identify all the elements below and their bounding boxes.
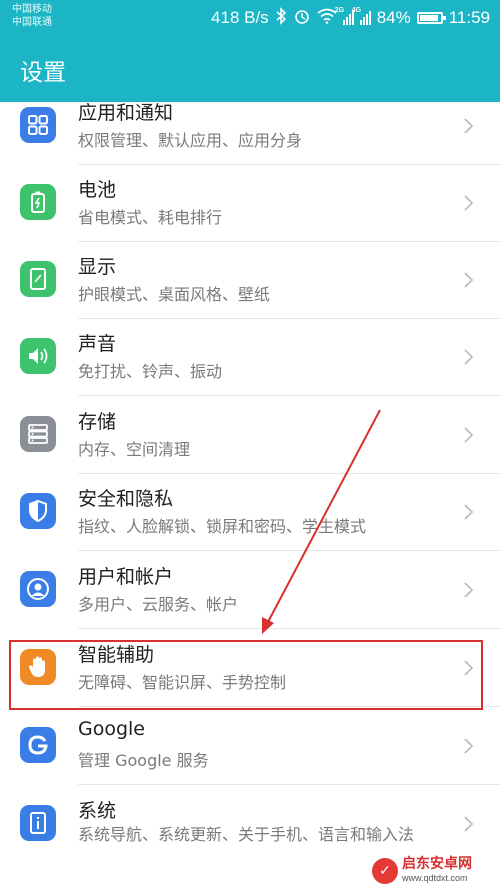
watermark: ✓ 启东安卓网 www.qdtdxt.com (372, 853, 500, 889)
watermark-logo-icon: ✓ (372, 858, 398, 884)
annotation-arrow (262, 409, 381, 634)
watermark-url: www.qdtdxt.com (402, 873, 468, 883)
watermark-name: 启东安卓网 (402, 856, 472, 872)
